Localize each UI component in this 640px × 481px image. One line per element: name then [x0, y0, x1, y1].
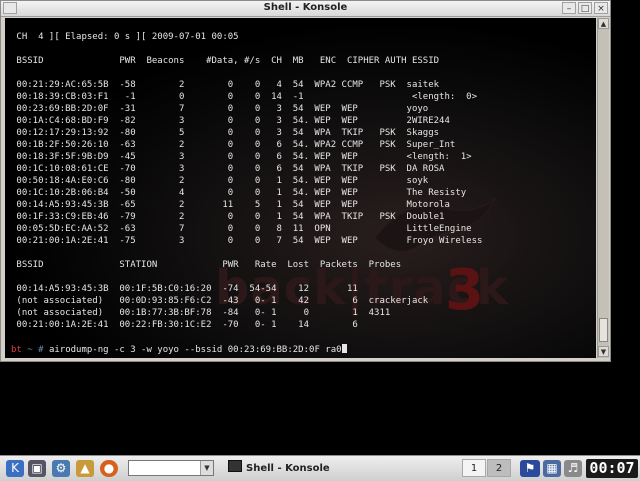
desktop-pager-1[interactable]: 1	[462, 459, 486, 477]
file-manager-icon[interactable]: ▲	[76, 460, 94, 477]
ap-row: 00:1C:10:08:61:CE -70 3 0 0 6 54 WPA TKI…	[11, 164, 445, 174]
system-tray-icon[interactable]: ▦	[543, 460, 561, 477]
scroll-down-arrow-icon[interactable]: ▼	[598, 346, 609, 357]
window-titlebar[interactable]: Shell - Konsole – □ ×	[1, 1, 610, 17]
taskbar-clock[interactable]: 00:07	[586, 459, 638, 478]
keyboard-layout-flag-icon[interactable]: ⚑	[520, 460, 540, 477]
backtrack-watermark-number: 3	[445, 258, 484, 323]
ap-row: 00:50:18:4A:E0:C6 -80 2 0 0 1 54. WEP WE…	[11, 176, 429, 186]
kde-menu-icon[interactable]: K	[6, 460, 24, 477]
ap-row: 00:21:29:AC:65:5B -58 2 0 0 4 54 WPA2 CC…	[11, 80, 440, 90]
window-title: Shell - Konsole	[263, 2, 348, 13]
ap-row: 00:05:5D:EC:AA:52 -63 7 0 0 8 11 OPN Lit…	[11, 224, 472, 234]
scrollbar-thumb[interactable]	[599, 318, 608, 342]
command-text: airodump-ng -c 3 -w yoyo --bssid 00:23:6…	[48, 345, 342, 355]
terminal-area[interactable]: back|track 3 CH 4 ][ Elapsed: 0 s ][ 200…	[5, 18, 596, 358]
run-command-combo[interactable]: ▼	[128, 460, 214, 476]
ap-row: 00:14:A5:93:45:3B -65 2 11 5 1 54 WEP WE…	[11, 200, 450, 210]
ap-row: 00:1C:10:2B:06:B4 -50 4 0 0 1 54. WEP WE…	[11, 188, 467, 198]
close-button[interactable]: ×	[594, 2, 608, 14]
konsole-window: Shell - Konsole – □ × back|track 3 CH 4 …	[0, 0, 611, 362]
volume-icon[interactable]: ♬	[564, 460, 582, 477]
terminal-scrollbar[interactable]: ▲ ▼	[597, 18, 609, 358]
combo-dropdown-arrow-icon[interactable]: ▼	[200, 461, 213, 475]
ap-row: 00:18:39:CB:03:F1 -1 0 0 0 14 -1 <length…	[11, 92, 477, 102]
ap-row: 00:1F:33:C9:EB:46 -79 2 0 0 1 54 WPA TKI…	[11, 212, 445, 222]
station-table-header: BSSID STATION PWR Rate Lost Packets Prob…	[11, 260, 402, 270]
ap-table-header: BSSID PWR Beacons #Data, #/s CH MB ENC C…	[11, 56, 440, 66]
terminal-icon	[228, 460, 242, 472]
firefox-icon[interactable]: ●	[100, 460, 118, 477]
station-row: (not associated) 00:1B:77:3B:BF:78 -84 0…	[11, 308, 391, 318]
maximize-button[interactable]: □	[578, 2, 592, 14]
text-cursor	[341, 344, 347, 353]
taskbar: K ▣ ⚙ ▲ ● ▼ Shell - Konsole 1 2 ⚑ ▦ ♬ 00…	[0, 455, 640, 481]
ap-row: 00:12:17:29:13:92 -80 5 0 0 3 54 WPA TKI…	[11, 128, 440, 138]
airodump-header: CH 4 ][ Elapsed: 0 s ][ 2009-07-01 00:05	[11, 32, 239, 42]
station-row: 00:21:00:1A:2E:41 00:22:FB:30:1C:E2 -70 …	[11, 320, 358, 330]
network-icon[interactable]: ⚙	[52, 460, 70, 477]
ap-row: 00:21:00:1A:2E:41 -75 3 0 0 7 54 WEP WEP…	[11, 236, 483, 246]
scroll-up-arrow-icon[interactable]: ▲	[598, 18, 609, 29]
ap-row: 00:18:3F:5F:9B:D9 -45 3 0 0 6 54. WEP WE…	[11, 152, 472, 162]
taskbar-item-label: Shell - Konsole	[246, 463, 330, 474]
prompt-symbol: ~ #	[21, 345, 49, 355]
station-row: 00:14:A5:93:45:3B 00:1F:5B:C0:16:20 -74 …	[11, 284, 358, 294]
ap-row: 00:1A:C4:68:BD:F9 -82 3 0 0 3 54. WEP WE…	[11, 116, 450, 126]
ap-row: 00:23:69:BB:2D:0F -31 7 0 0 3 54 WEP WEP…	[11, 104, 429, 114]
taskbar-item-konsole[interactable]: Shell - Konsole	[228, 460, 448, 476]
minimize-button[interactable]: –	[562, 2, 576, 14]
command-prompt-line[interactable]: bt ~ # airodump-ng -c 3 -w yoyo --bssid …	[11, 344, 347, 355]
show-desktop-icon[interactable]: ▣	[28, 460, 46, 477]
station-row: (not associated) 00:0D:93:85:F6:C2 -43 0…	[11, 296, 429, 306]
desktop-pager-2[interactable]: 2	[487, 459, 511, 477]
prompt-host: bt	[11, 345, 22, 355]
ap-row: 00:1B:2F:50:26:10 -63 2 0 0 6 54. WPA2 C…	[11, 140, 456, 150]
